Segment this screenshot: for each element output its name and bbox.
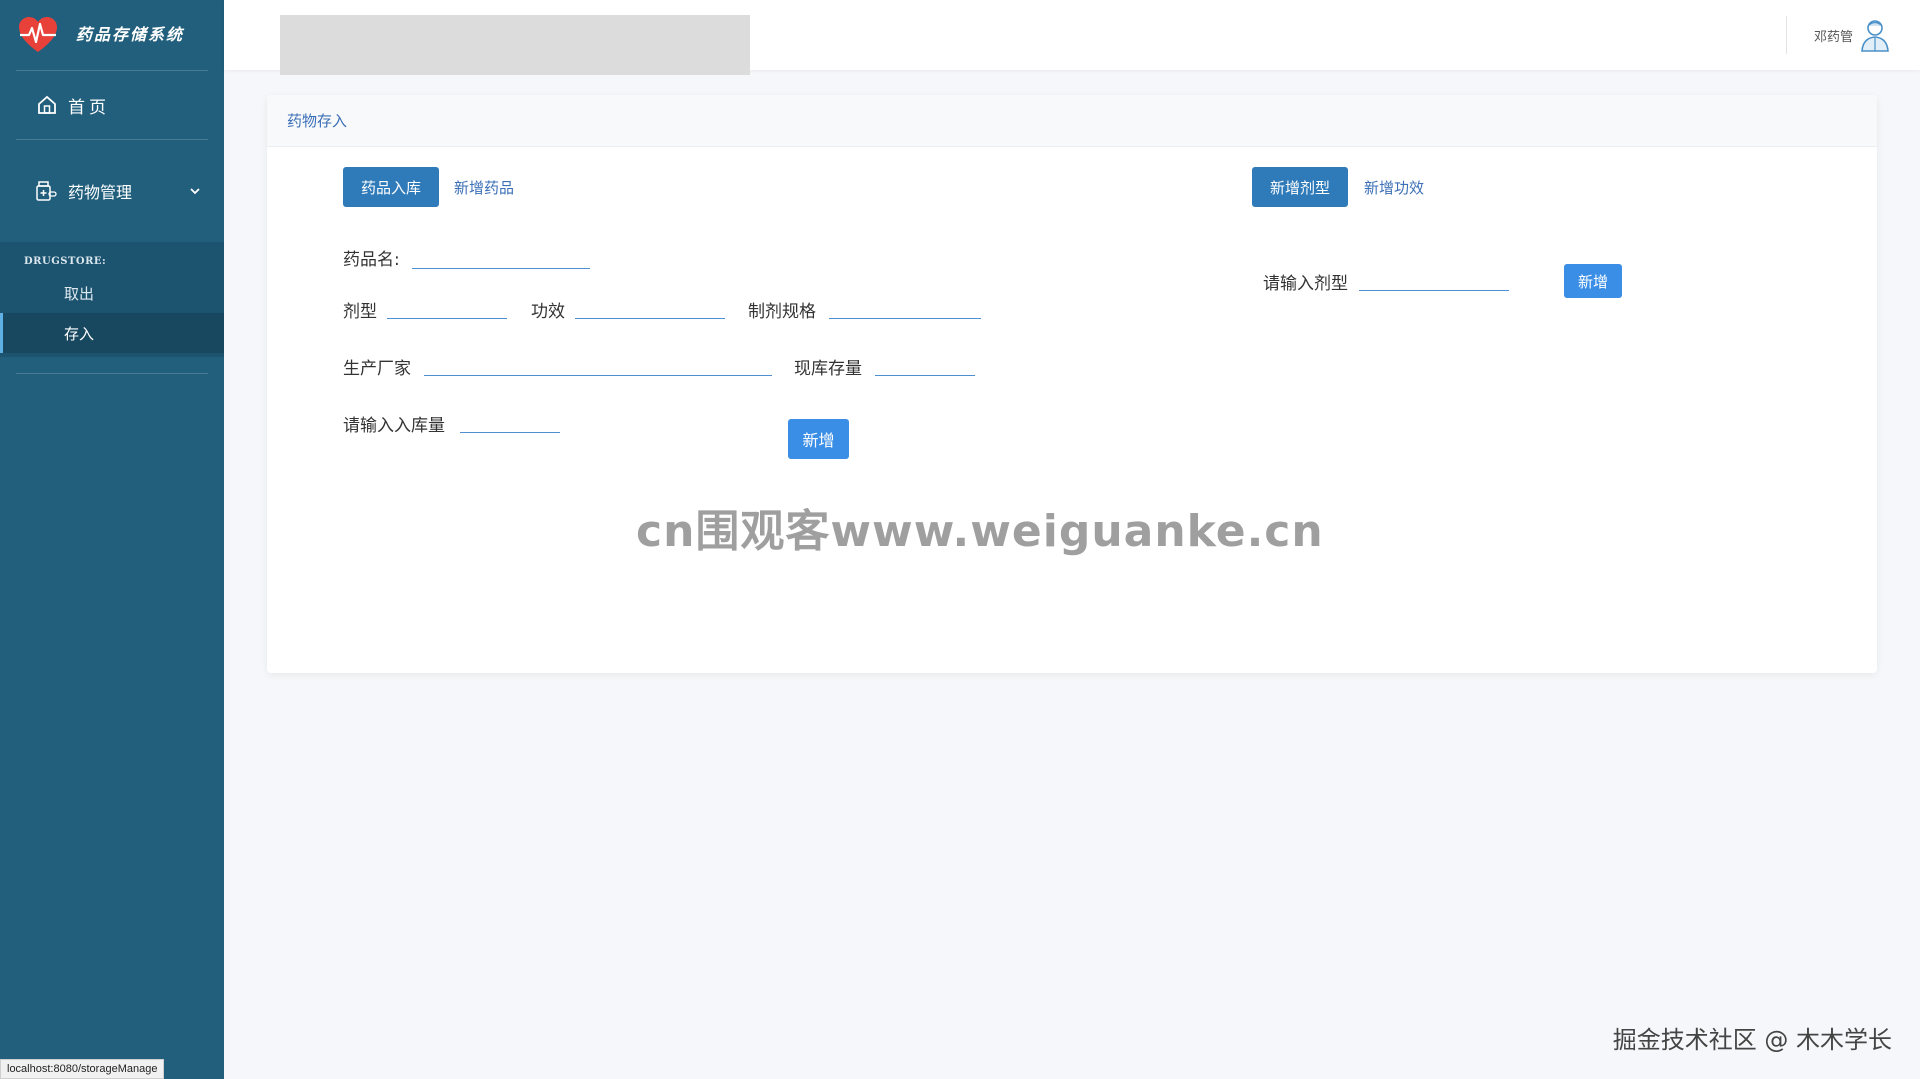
brand: 药品存储系统 xyxy=(0,0,224,70)
medicine-icon xyxy=(36,181,57,201)
spec-input[interactable] xyxy=(829,291,981,319)
new-dosage-form-input[interactable] xyxy=(1359,263,1509,291)
browser-status-bar: localhost:8080/storageManage xyxy=(0,1059,165,1079)
spec-label: 制剂规格 xyxy=(748,302,816,322)
sidebar-item-home[interactable]: 首页 xyxy=(0,71,224,139)
top-header: 邓药管 xyxy=(224,0,1920,75)
user-name[interactable]: 邓药管 xyxy=(1814,26,1853,45)
submenu-heading: DRUGSTORE: xyxy=(24,256,107,267)
dosage-form-input-label: 请输入剂型 xyxy=(1263,274,1348,294)
submenu-item-label: 取出 xyxy=(64,284,95,303)
in-qty-input[interactable] xyxy=(460,405,560,433)
submenu-item-label: 存入 xyxy=(64,324,95,343)
app-title: 药品存储系统 xyxy=(75,25,184,44)
card-title: 药物存入 xyxy=(267,95,1877,147)
efficacy-label: 功效 xyxy=(531,302,565,322)
footer-credit: 掘金技术社区 @ 木木学长 xyxy=(1612,1026,1892,1054)
sidebar-group-label: 药物管理 xyxy=(68,183,133,202)
tab-add-dosage-form[interactable]: 新增剂型 xyxy=(1252,167,1348,207)
submenu-item-take-out[interactable]: 取出 xyxy=(0,273,224,313)
dosage-form-label: 剂型 xyxy=(343,302,377,322)
tab-drug-stock-in[interactable]: 药品入库 xyxy=(343,167,439,207)
header-placeholder-block xyxy=(280,15,750,75)
watermark-text: cn围观客www.weiguanke.cn xyxy=(636,506,1324,557)
sidebar-group-drug-management[interactable]: 药物管理 xyxy=(0,140,224,242)
sidebar-item-label: 首页 xyxy=(68,97,110,118)
storage-card: 药物存入 药品入库 新增药品 新增剂型 新增功效 药品名: 剂型 功效 制剂规格… xyxy=(267,95,1877,673)
manufacturer-label: 生产厂家 xyxy=(343,359,411,379)
card-title-text: 药物存入 xyxy=(287,112,348,130)
submenu: DRUGSTORE: 取出 存入 xyxy=(0,242,224,357)
add-dosage-form-button[interactable]: 新增 xyxy=(1564,264,1622,298)
tab-add-efficacy[interactable]: 新增功效 xyxy=(1364,177,1424,198)
stock-label: 现库存量 xyxy=(794,359,862,379)
sidebar: 药品存储系统 首页 药物管理 DRUGSTORE: 取出 存入 xyxy=(0,0,224,1079)
sidebar-divider xyxy=(16,373,208,374)
efficacy-input[interactable] xyxy=(575,291,725,319)
doctor-avatar-icon[interactable] xyxy=(1860,18,1890,52)
drug-name-label: 药品名: xyxy=(343,250,400,270)
submenu-item-store[interactable]: 存入 xyxy=(0,313,224,353)
heart-pulse-icon xyxy=(19,17,57,52)
home-icon xyxy=(38,95,56,114)
header-separator xyxy=(1786,16,1787,54)
in-qty-label: 请输入入库量 xyxy=(343,416,445,436)
drug-name-input[interactable] xyxy=(412,241,590,269)
stock-input[interactable] xyxy=(875,348,975,376)
manufacturer-input[interactable] xyxy=(424,348,772,376)
dosage-form-input[interactable] xyxy=(387,291,507,319)
add-stock-button[interactable]: 新增 xyxy=(788,419,849,459)
chevron-down-icon xyxy=(190,188,200,195)
tab-add-drug[interactable]: 新增药品 xyxy=(454,177,514,198)
